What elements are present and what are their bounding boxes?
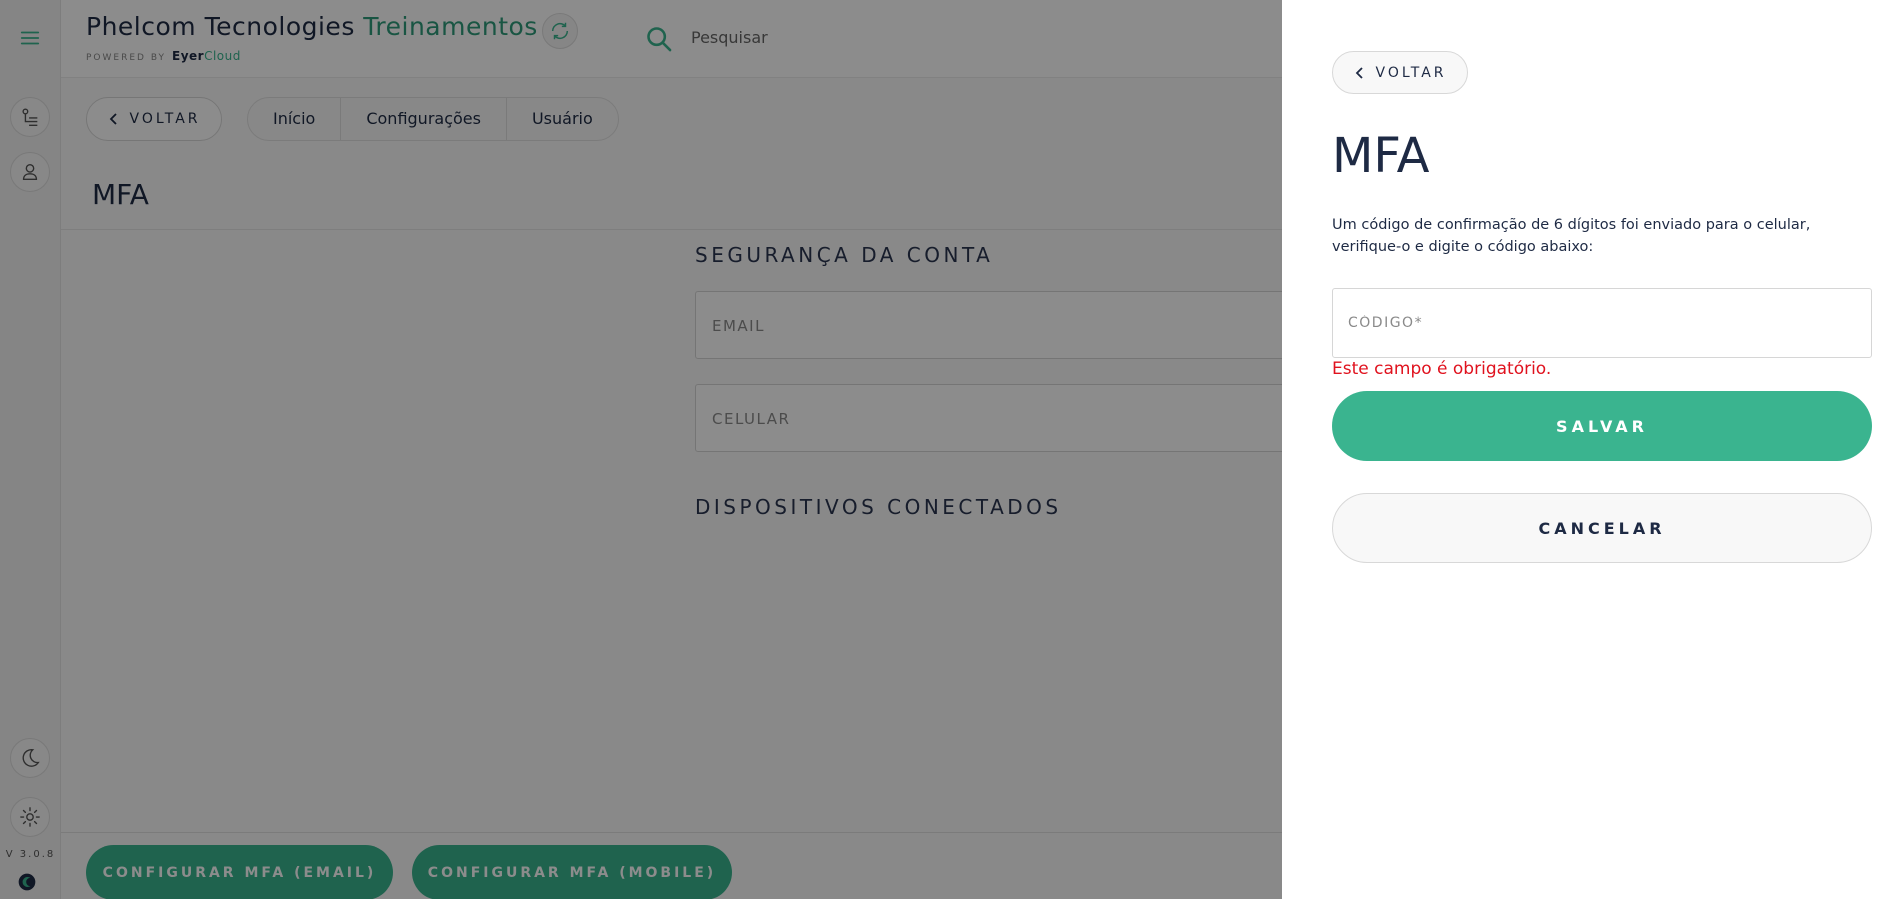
drawer-description: Um código de confirmação de 6 dígitos fo… xyxy=(1332,217,1811,255)
save-button[interactable]: SALVAR xyxy=(1332,391,1872,461)
chevron-left-icon xyxy=(1355,66,1363,79)
modal-backdrop[interactable] xyxy=(0,0,1282,899)
code-input[interactable] xyxy=(1333,289,1871,357)
drawer-back-button[interactable]: VOLTAR xyxy=(1332,51,1468,94)
code-field[interactable] xyxy=(1332,288,1872,358)
code-error-message: Este campo é obrigatório. xyxy=(1332,359,1552,379)
mfa-drawer: VOLTAR MFA Um código de confirmação de 6… xyxy=(1282,0,1893,899)
cancel-button[interactable]: CANCELAR xyxy=(1332,493,1872,563)
drawer-title: MFA xyxy=(1332,128,1430,184)
drawer-back-label: VOLTAR xyxy=(1375,64,1447,81)
